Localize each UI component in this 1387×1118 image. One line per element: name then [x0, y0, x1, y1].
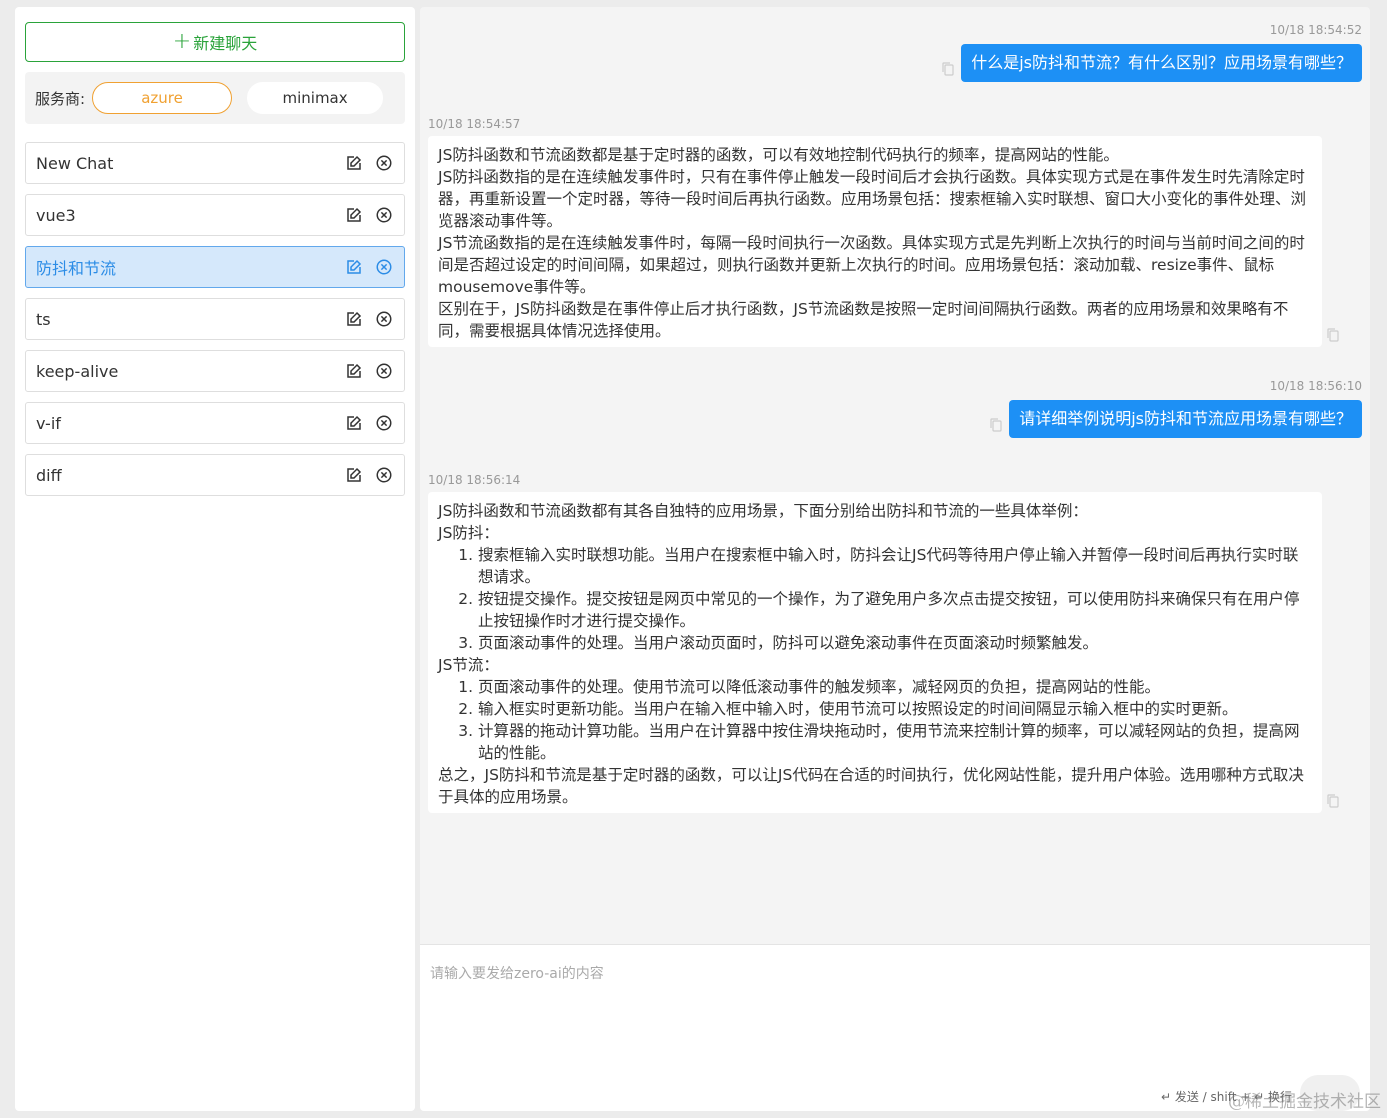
- debounce-list: 搜索框输入实时联想功能。当用户在搜索框中输入时，防抖会让JS代码等待用户停止输入…: [478, 544, 1312, 654]
- debounce-heading: JS防抖：: [438, 524, 499, 542]
- assistant-message-bubble: JS防抖函数和节流函数都是基于定时器的函数，可以有效地控制代码执行的频率，提高网…: [428, 136, 1322, 347]
- sidebar: + 新建聊天 服务商: azure minimax New Chat vue3 …: [15, 7, 415, 1111]
- provider-azure-button[interactable]: azure: [92, 82, 233, 114]
- edit-icon[interactable]: [344, 309, 364, 329]
- edit-icon[interactable]: [344, 413, 364, 433]
- edit-icon[interactable]: [344, 205, 364, 225]
- provider-minimax-button[interactable]: minimax: [247, 82, 384, 114]
- new-chat-button[interactable]: + 新建聊天: [25, 22, 405, 62]
- message-intro: JS防抖函数和节流函数都有其各自独特的应用场景，下面分别给出防抖和节流的一些具体…: [438, 502, 1088, 520]
- chat-item-keep-alive[interactable]: keep-alive: [25, 350, 405, 392]
- chat-item-name: vue3: [36, 205, 76, 225]
- delete-circle-x-icon[interactable]: [374, 153, 394, 173]
- user-message-bubble: 什么是js防抖和节流？有什么区别？应用场景有哪些？: [961, 44, 1362, 82]
- chat-item-name: 防抖和节流: [36, 259, 117, 278]
- message-conclusion: 总之，JS防抖和节流是基于定时器的函数，可以让JS代码在合适的时间执行，优化网站…: [438, 766, 1304, 806]
- copy-icon[interactable]: [940, 61, 956, 77]
- message-time: 10/18 18:56:10: [1269, 379, 1362, 393]
- edit-icon[interactable]: [344, 153, 364, 173]
- chat-item-name: diff: [36, 465, 62, 485]
- delete-circle-x-icon[interactable]: [374, 309, 394, 329]
- throttle-list: 页面滚动事件的处理。使用节流可以降低滚动事件的触发频率，减轻网页的负担，提高网站…: [478, 676, 1312, 764]
- throttle-heading: JS节流：: [438, 656, 499, 674]
- list-item: 按钮提交操作。提交按钮是网页中常见的一个操作，为了避免用户多次点击提交按钮，可以…: [478, 588, 1312, 632]
- chat-item-name: v-if: [36, 413, 61, 433]
- message-paragraph: JS防抖函数指的是在连续触发事件时，只有在事件停止触发一段时间后才会执行函数。具…: [438, 168, 1307, 230]
- delete-circle-x-icon[interactable]: [374, 257, 394, 277]
- new-chat-label: 新建聊天: [193, 34, 258, 53]
- edit-icon[interactable]: [344, 361, 364, 381]
- message-composer: ↵ 发送 / shift + ↵ 换行: [420, 944, 1370, 1111]
- list-item: 输入框实时更新功能。当用户在输入框中输入时，使用节流可以按照设定的时间间隔显示输…: [478, 698, 1312, 720]
- conversation-panel: 10/18 18:54:52 什么是js防抖和节流？有什么区别？应用场景有哪些？…: [420, 7, 1370, 1111]
- message-paragraph: JS防抖函数和节流函数都是基于定时器的函数，可以有效地控制代码执行的频率，提高网…: [438, 146, 1119, 164]
- edit-icon[interactable]: [344, 257, 364, 277]
- chat-item-diff[interactable]: diff: [25, 454, 405, 496]
- assistant-message-bubble: JS防抖函数和节流函数都有其各自独特的应用场景，下面分别给出防抖和节流的一些具体…: [428, 492, 1322, 813]
- message-time: 10/18 18:54:52: [1269, 23, 1362, 37]
- list-item: 搜索框输入实时联想功能。当用户在搜索框中输入时，防抖会让JS代码等待用户停止输入…: [478, 544, 1312, 588]
- delete-circle-x-icon[interactable]: [374, 465, 394, 485]
- delete-circle-x-icon[interactable]: [374, 413, 394, 433]
- watermark: @稀土掘金技术社区: [1228, 1092, 1381, 1112]
- message-time: 10/18 18:56:14: [428, 473, 521, 487]
- message-paragraph: JS节流函数指的是在连续触发事件时，每隔一段时间执行一次函数。具体实现方式是先判…: [438, 234, 1305, 296]
- delete-circle-x-icon[interactable]: [374, 361, 394, 381]
- user-message-bubble: 请详细举例说明js防抖和节流应用场景有哪些？: [1009, 400, 1362, 438]
- chat-item-debounce-throttle[interactable]: 防抖和节流: [25, 246, 405, 288]
- chat-item-new-chat[interactable]: New Chat: [25, 142, 405, 184]
- chat-item-vue3[interactable]: vue3: [25, 194, 405, 236]
- chat-item-ts[interactable]: ts: [25, 298, 405, 340]
- message-paragraph: 区别在于，JS防抖函数是在事件停止后才执行函数，JS节流函数是按照一定时间间隔执…: [438, 300, 1289, 340]
- provider-label: 服务商:: [35, 89, 86, 108]
- copy-icon[interactable]: [1325, 793, 1341, 809]
- list-item: 计算器的拖动计算功能。当用户在计算器中按住滑块拖动时，使用节流来控制计算的频率，…: [478, 720, 1312, 764]
- delete-circle-x-icon[interactable]: [374, 205, 394, 225]
- copy-icon[interactable]: [988, 417, 1004, 433]
- chat-item-name: keep-alive: [36, 361, 119, 381]
- copy-icon[interactable]: [1325, 327, 1341, 343]
- list-item: 页面滚动事件的处理。使用节流可以降低滚动事件的触发频率，减轻网页的负担，提高网站…: [478, 676, 1312, 698]
- provider-selector: 服务商: azure minimax: [25, 72, 405, 124]
- edit-icon[interactable]: [344, 465, 364, 485]
- chat-item-name: New Chat: [36, 153, 114, 173]
- message-time: 10/18 18:54:57: [428, 117, 521, 131]
- chat-list: New Chat vue3 防抖和节流 ts keep-alive v-if d…: [25, 142, 405, 506]
- chat-item-v-if[interactable]: v-if: [25, 402, 405, 444]
- plus-icon: +: [172, 29, 192, 54]
- list-item: 页面滚动事件的处理。当用户滚动页面时，防抖可以避免滚动事件在页面滚动时频繁触发。: [478, 632, 1312, 654]
- chat-item-name: ts: [36, 309, 51, 329]
